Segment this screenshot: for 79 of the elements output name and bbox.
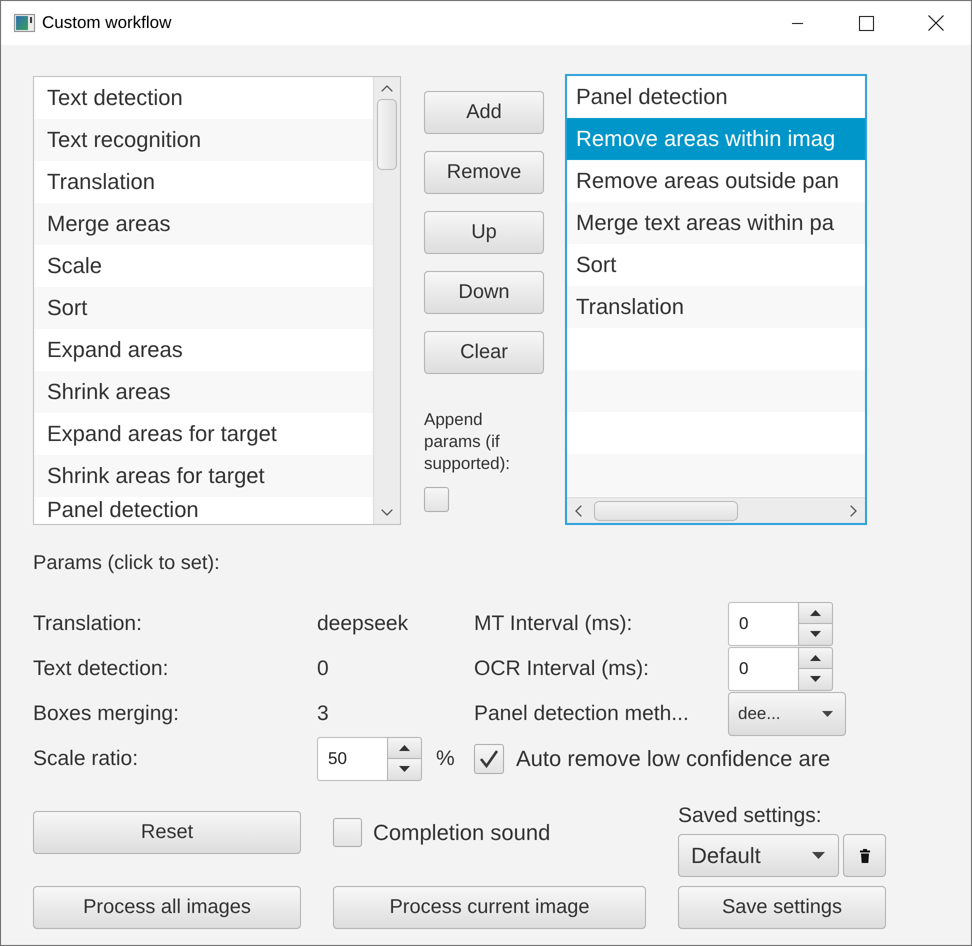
scroll-left-icon[interactable]: [575, 504, 582, 516]
number-field[interactable]: 0: [728, 602, 798, 646]
list-item[interactable]: Text detection: [34, 77, 373, 119]
up-triangle-icon: [810, 654, 821, 660]
maximize-icon: [859, 16, 874, 30]
list-item[interactable]: Sort: [567, 244, 865, 286]
list-item[interactable]: Translation: [34, 161, 373, 203]
list-item[interactable]: Text recognition: [34, 119, 373, 161]
list-item[interactable]: Merge text areas within pa: [567, 202, 865, 244]
add-button[interactable]: Add: [424, 91, 544, 134]
down-triangle-icon: [810, 676, 821, 682]
scroll-up-icon[interactable]: [381, 85, 393, 92]
delete-button[interactable]: [843, 834, 886, 877]
param-label: Scale ratio:: [33, 746, 138, 770]
list-item[interactable]: Shrink areas for target: [34, 455, 373, 497]
param-label: Panel detection meth...: [474, 702, 689, 726]
minimize-icon: [792, 22, 803, 24]
trash-icon: [860, 848, 870, 862]
param-value[interactable]: 3: [317, 702, 329, 726]
scroll-down-icon[interactable]: [381, 509, 393, 516]
check-icon: [479, 748, 499, 768]
clear-button[interactable]: Clear: [424, 331, 544, 374]
window-title: Custom workflow: [42, 13, 172, 33]
list-item[interactable]: Sort: [34, 287, 373, 329]
param-label: Translation:: [33, 612, 142, 636]
saved-settings-label: Saved settings:: [678, 804, 822, 828]
scrollbar-thumb[interactable]: [594, 500, 738, 520]
list-item[interactable]: Shrink areas: [34, 371, 373, 413]
checkbox[interactable]: [424, 487, 449, 512]
scroll-right-icon[interactable]: [850, 504, 857, 516]
dropdown[interactable]: Default: [678, 834, 839, 877]
caret-icon: [812, 852, 825, 859]
dropdown[interactable]: dee...: [728, 692, 846, 736]
param-label: MT Interval (ms):: [474, 612, 632, 636]
list-item[interactable]: Expand areas for target: [34, 413, 373, 455]
up-triangle-icon: [399, 744, 410, 750]
number-field[interactable]: 0: [728, 646, 798, 690]
list-item[interactable]: Panel detection: [567, 76, 865, 118]
vertical-scrollbar[interactable]: [373, 77, 400, 524]
checkbox-label: Append params (if supported):: [424, 409, 511, 475]
app-icon: [14, 14, 35, 32]
checkbox-label: Auto remove low confidence are: [516, 746, 830, 772]
reset-button[interactable]: Reset: [33, 811, 301, 854]
decrement-button[interactable]: [798, 624, 833, 646]
list-item[interactable]: Translation: [567, 286, 865, 328]
param-value[interactable]: 0: [317, 656, 329, 680]
increment-button[interactable]: [798, 646, 833, 668]
list-item[interactable]: Merge areas: [34, 203, 373, 245]
section-heading: Params (click to set):: [33, 551, 220, 575]
list-item[interactable]: Expand areas: [34, 329, 373, 371]
horizontal-scrollbar[interactable]: [567, 497, 865, 523]
scrollbar-thumb[interactable]: [377, 99, 397, 170]
up-button[interactable]: Up: [424, 211, 544, 254]
checkbox[interactable]: [474, 744, 504, 774]
down-triangle-icon: [399, 766, 410, 772]
process-all-button[interactable]: Process all images: [33, 886, 301, 929]
list-item[interactable]: Remove areas outside pan: [567, 160, 865, 202]
remove-button[interactable]: Remove: [424, 151, 544, 194]
up-triangle-icon: [810, 610, 821, 616]
increment-button[interactable]: [798, 602, 833, 624]
unit-label: %: [436, 746, 455, 770]
increment-button[interactable]: [387, 736, 422, 758]
caret-icon: [822, 710, 833, 716]
save-settings-button[interactable]: Save settings: [678, 886, 886, 929]
param-label: OCR Interval (ms):: [474, 656, 650, 680]
checkbox[interactable]: [333, 818, 362, 847]
process-current-button[interactable]: Process current image: [333, 886, 646, 929]
down-button[interactable]: Down: [424, 271, 544, 314]
decrement-button[interactable]: [798, 668, 833, 690]
checkbox-label: Completion sound: [373, 820, 550, 846]
param-value[interactable]: deepseek: [317, 612, 408, 636]
list-item[interactable]: Panel detection: [34, 497, 373, 524]
decrement-button[interactable]: [387, 758, 422, 780]
param-label: Text detection:: [33, 656, 168, 680]
list-item[interactable]: Scale: [34, 245, 373, 287]
close-icon: [928, 15, 944, 31]
down-triangle-icon: [810, 631, 821, 637]
param-label: Boxes merging:: [33, 702, 179, 726]
number-field[interactable]: 50: [317, 736, 387, 780]
